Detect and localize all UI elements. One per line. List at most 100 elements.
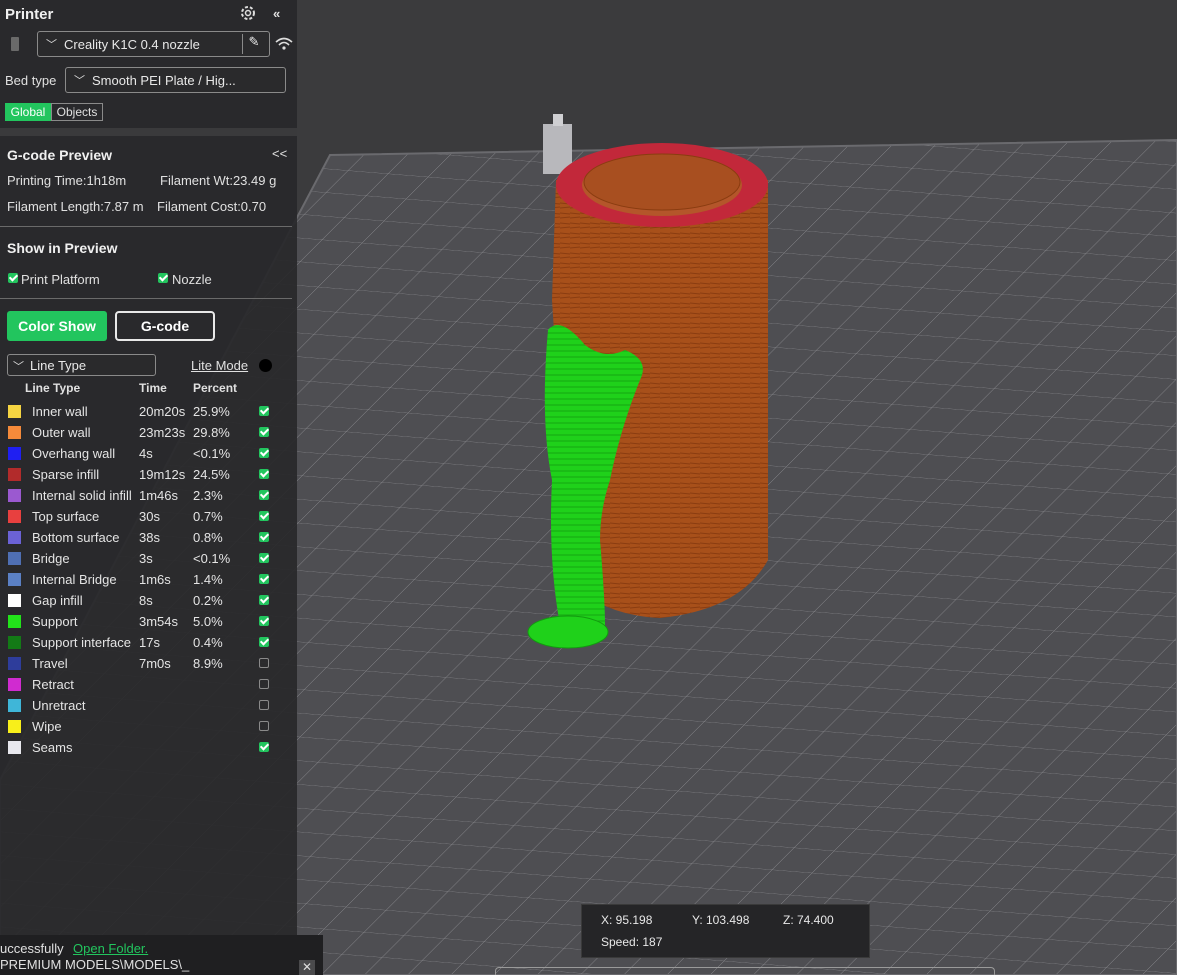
line-type-name: Unretract: [32, 698, 86, 713]
filament-cost: Filament Cost:0.70: [157, 199, 267, 214]
double-chevron-left-icon[interactable]: «: [273, 6, 280, 21]
gcode-button[interactable]: G-code: [115, 311, 215, 341]
line-type-select[interactable]: ﹀ Line Type: [7, 354, 156, 376]
pencil-icon[interactable]: ✎: [242, 34, 265, 54]
line-type-name: Inner wall: [32, 404, 88, 419]
line-type-checkbox[interactable]: [259, 595, 269, 605]
nozzle-label: Nozzle: [172, 272, 212, 287]
color-swatch: [8, 678, 21, 691]
line-type-checkbox[interactable]: [259, 427, 269, 437]
line-type-name: Internal solid infill: [32, 488, 132, 503]
line-type-checkbox[interactable]: [259, 658, 269, 668]
line-type-row[interactable]: Gap infill 8s 0.2%: [0, 590, 290, 611]
lite-mode-link[interactable]: Lite Mode: [191, 358, 248, 373]
line-type-row[interactable]: Bottom surface 38s 0.8%: [0, 527, 290, 548]
collapse-preview-button[interactable]: <<: [272, 146, 287, 161]
line-type-row[interactable]: Seams: [0, 737, 290, 758]
line-type-time: 1m46s: [139, 488, 179, 503]
color-swatch: [8, 405, 21, 418]
line-type-checkbox[interactable]: [259, 511, 269, 521]
line-type-row[interactable]: Travel 7m0s 8.9%: [0, 653, 290, 674]
line-type-checkbox[interactable]: [259, 490, 269, 500]
color-swatch: [8, 720, 21, 733]
chevron-down-icon: ﹀: [46, 39, 57, 51]
printing-time: Printing Time:1h18m: [7, 173, 127, 188]
line-type-row[interactable]: Wipe: [0, 716, 290, 737]
status-bar: uccessfully Open Folder. PREMIUM MODELS\…: [0, 935, 323, 975]
line-type-row[interactable]: Outer wall 23m23s 29.8%: [0, 422, 290, 443]
line-type-percent: 25.9%: [193, 404, 230, 419]
layer-slider-track[interactable]: [495, 967, 995, 975]
line-type-checkbox[interactable]: [259, 616, 269, 626]
line-type-name: Travel: [32, 656, 68, 671]
line-type-name: Top surface: [32, 509, 100, 524]
line-type-row[interactable]: Internal Bridge 1m6s 1.4%: [0, 569, 290, 590]
chevron-down-icon: ﹀: [74, 75, 85, 87]
coord-z: Z: 74.400: [783, 913, 834, 927]
line-type-checkbox[interactable]: [259, 574, 269, 584]
coord-x: X: 95.198: [601, 913, 653, 927]
line-type-time: 38s: [139, 530, 160, 545]
open-folder-link[interactable]: Open Folder.: [73, 941, 148, 956]
bed-type-select[interactable]: ﹀ Smooth PEI Plate / Hig...: [65, 67, 286, 93]
bed-type-label: Bed type: [5, 73, 57, 88]
left-panel: Printer « ﹀ Creality K1C 0.4 nozzle ✎ Be…: [0, 0, 297, 935]
color-swatch: [8, 594, 21, 607]
line-type-percent: 2.3%: [193, 488, 223, 503]
status-path: PREMIUM MODELS\MODELS\_: [0, 957, 190, 972]
line-type-percent: 29.8%: [193, 425, 230, 440]
line-type-percent: 0.7%: [193, 509, 223, 524]
line-type-time: 3s: [139, 551, 153, 566]
color-swatch: [8, 468, 21, 481]
line-type-checkbox[interactable]: [259, 553, 269, 563]
color-swatch: [8, 657, 21, 670]
line-type-row[interactable]: Bridge 3s <0.1%: [0, 548, 290, 569]
line-type-checkbox[interactable]: [259, 406, 269, 416]
lite-mode-toggle[interactable]: [259, 359, 272, 372]
line-type-name: Bridge: [32, 551, 70, 566]
color-swatch: [8, 510, 21, 523]
printer-icon: [11, 37, 19, 51]
line-type-name: Retract: [32, 677, 74, 692]
color-show-button[interactable]: Color Show: [7, 311, 107, 341]
coord-y: Y: 103.498: [692, 913, 750, 927]
line-type-checkbox[interactable]: [259, 637, 269, 647]
nozzle-checkbox[interactable]: [158, 273, 168, 283]
line-type-time: 7m0s: [139, 656, 171, 671]
line-type-time: 20m20s: [139, 404, 186, 419]
line-type-row[interactable]: Top surface 30s 0.7%: [0, 506, 290, 527]
tab-global[interactable]: Global: [5, 103, 51, 121]
line-type-checkbox[interactable]: [259, 679, 269, 689]
printer-select[interactable]: ﹀ Creality K1C 0.4 nozzle ✎: [37, 31, 270, 57]
divider: [0, 298, 292, 299]
line-type-checkbox[interactable]: [259, 532, 269, 542]
line-type-percent: 1.4%: [193, 572, 223, 587]
line-type-checkbox[interactable]: [259, 448, 269, 458]
line-type-time: 17s: [139, 635, 160, 650]
line-type-row[interactable]: Support interface 17s 0.4%: [0, 632, 290, 653]
line-type-row[interactable]: Inner wall 20m20s 25.9%: [0, 401, 290, 422]
line-type-checkbox[interactable]: [259, 700, 269, 710]
line-type-name: Support interface: [32, 635, 132, 650]
tab-objects[interactable]: Objects: [51, 103, 103, 121]
line-type-percent: 8.9%: [193, 656, 223, 671]
header-line-type: Line Type: [25, 381, 81, 395]
line-type-row[interactable]: Unretract: [0, 695, 290, 716]
line-type-checkbox[interactable]: [259, 742, 269, 752]
line-type-checkbox[interactable]: [259, 721, 269, 731]
line-type-name: Outer wall: [32, 425, 91, 440]
line-type-time: 4s: [139, 446, 153, 461]
gear-icon[interactable]: [239, 4, 257, 22]
color-swatch: [8, 489, 21, 502]
wifi-icon[interactable]: [275, 37, 293, 51]
line-type-percent: 0.8%: [193, 530, 223, 545]
line-type-row[interactable]: Internal solid infill 1m46s 2.3%: [0, 485, 290, 506]
line-type-row[interactable]: Retract: [0, 674, 290, 695]
line-type-row[interactable]: Overhang wall 4s <0.1%: [0, 443, 290, 464]
line-type-checkbox[interactable]: [259, 469, 269, 479]
line-type-row[interactable]: Support 3m54s 5.0%: [0, 611, 290, 632]
line-type-value: Line Type: [30, 358, 87, 373]
close-icon[interactable]: ✕: [299, 960, 315, 975]
print-platform-checkbox[interactable]: [8, 273, 18, 283]
line-type-row[interactable]: Sparse infill 19m12s 24.5%: [0, 464, 290, 485]
